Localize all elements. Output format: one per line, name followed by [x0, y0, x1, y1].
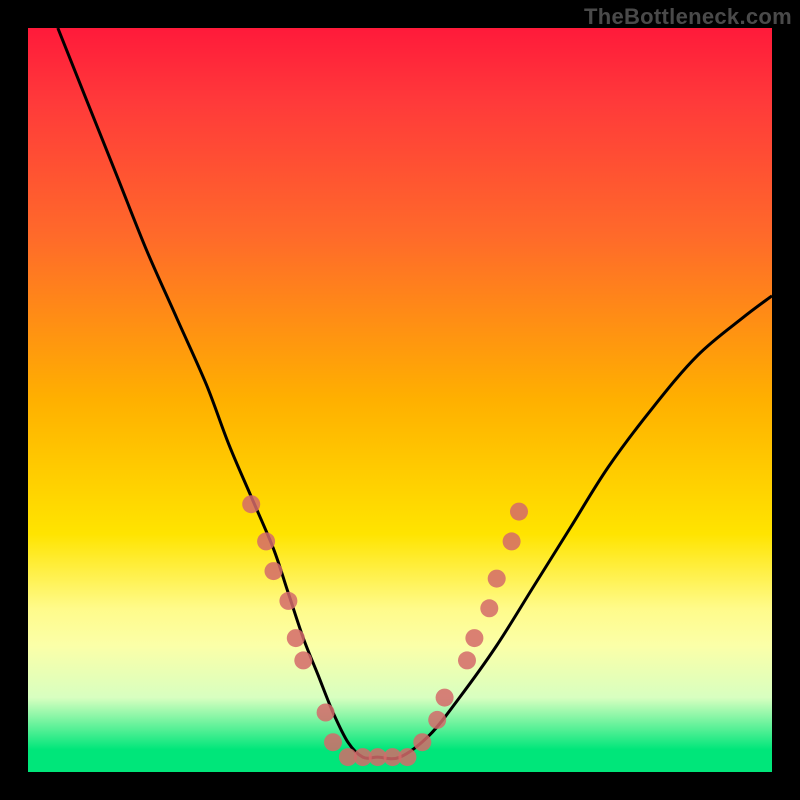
curve-marker [279, 592, 297, 610]
curve-marker [265, 562, 283, 580]
chart-svg [28, 28, 772, 772]
chart-frame [28, 28, 772, 772]
curve-marker [510, 503, 528, 521]
curve-marker [324, 733, 342, 751]
curve-marker [257, 532, 275, 550]
curve-markers [242, 495, 528, 766]
curve-marker [488, 570, 506, 588]
curve-marker [458, 651, 476, 669]
curve-marker [398, 748, 416, 766]
curve-marker [294, 651, 312, 669]
curve-marker [480, 599, 498, 617]
curve-marker [317, 704, 335, 722]
watermark-text: TheBottleneck.com [584, 4, 792, 30]
curve-marker [413, 733, 431, 751]
curve-marker [287, 629, 305, 647]
curve-marker [465, 629, 483, 647]
curve-marker [436, 689, 454, 707]
curve-marker [428, 711, 446, 729]
curve-marker [503, 532, 521, 550]
curve-marker [242, 495, 260, 513]
bottleneck-curve [58, 28, 772, 759]
